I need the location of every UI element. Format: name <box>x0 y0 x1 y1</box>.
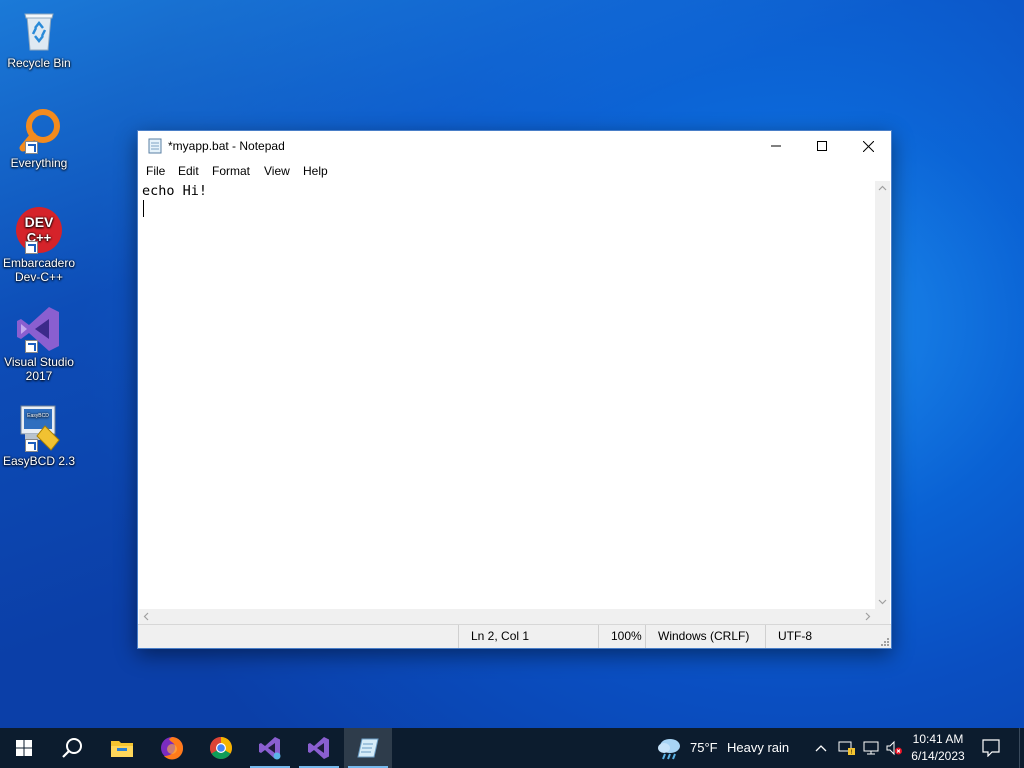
start-button[interactable] <box>0 728 48 768</box>
desktop-icon-label: Everything <box>10 156 68 170</box>
tray-network-button[interactable] <box>862 740 880 761</box>
minimize-icon <box>771 145 781 147</box>
devcpp-logo-text-1: DEV <box>25 214 54 230</box>
notepad-icon <box>147 138 163 154</box>
desktop-icon-label-line1: Visual Studio <box>4 355 74 369</box>
taskbar-chrome[interactable] <box>197 728 245 768</box>
scroll-left-icon[interactable] <box>139 609 154 624</box>
volume-muted-icon <box>886 740 902 756</box>
visual-studio-icon <box>15 305 63 353</box>
title-bar[interactable]: *myapp.bat - Notepad <box>138 131 891 161</box>
vertical-scrollbar[interactable] <box>875 181 890 609</box>
clock-time: 10:41 AM <box>912 732 964 746</box>
minimize-button[interactable] <box>753 131 799 161</box>
text-editor[interactable]: echo Hi! <box>139 181 875 609</box>
windows-logo-icon <box>16 740 32 756</box>
easybcd-icon: EasyBCD <box>15 404 63 452</box>
scroll-right-icon[interactable] <box>860 609 875 624</box>
weather-rain-icon <box>658 739 680 760</box>
menu-bar: File Edit Format View Help <box>138 161 891 181</box>
weather-temperature: 75°F <box>690 740 718 755</box>
desktop-icon-visual-studio[interactable]: Visual Studio 2017 <box>2 305 76 383</box>
search-icon <box>62 738 82 758</box>
shortcut-arrow-icon <box>25 439 38 452</box>
menu-edit[interactable]: Edit <box>178 164 199 178</box>
network-warning-icon: ! <box>838 741 855 756</box>
notification-icon <box>982 739 1000 758</box>
menu-format[interactable]: Format <box>212 164 250 178</box>
desktop-icon-everything[interactable]: Everything <box>2 106 76 170</box>
maximize-icon <box>817 141 827 151</box>
desktop-icon-label-line2: 2017 <box>25 369 53 383</box>
taskbar-visual-studio-installer[interactable] <box>246 728 294 768</box>
tray-volume-button[interactable] <box>885 740 903 761</box>
show-desktop-button[interactable] <box>1019 728 1024 768</box>
desktop-icon-label-line1: Embarcadero <box>2 256 76 270</box>
desktop-icon-easybcd[interactable]: EasyBCD EasyBCD 2.3 <box>2 404 76 468</box>
resize-grip-icon[interactable] <box>878 635 890 647</box>
chevron-up-icon <box>815 745 827 752</box>
visual-studio-icon <box>308 737 329 759</box>
close-icon <box>862 140 874 152</box>
search-button[interactable] <box>48 728 96 768</box>
maximize-button[interactable] <box>799 131 845 161</box>
status-line-ending: Windows (CRLF) <box>645 625 758 648</box>
visual-studio-icon <box>259 737 281 760</box>
scrollbar-corner <box>875 609 890 624</box>
taskbar-file-explorer[interactable] <box>98 728 146 768</box>
show-hidden-icons-button[interactable] <box>814 741 828 760</box>
text-caret <box>143 200 144 217</box>
taskbar-notepad[interactable] <box>344 728 392 768</box>
window-title: *myapp.bat - Notepad <box>168 139 285 153</box>
everything-search-icon <box>15 106 63 154</box>
desktop-icon-devcpp[interactable]: DEV C++ Embarcadero Dev-C++ <box>2 206 76 284</box>
taskbar-firefox[interactable] <box>148 728 196 768</box>
weather-widget[interactable] <box>656 736 684 765</box>
shortcut-arrow-icon <box>25 141 38 154</box>
shortcut-arrow-icon <box>25 241 38 254</box>
status-position: Ln 2, Col 1 <box>458 625 591 648</box>
folder-icon <box>111 741 133 757</box>
scroll-up-icon[interactable] <box>875 181 890 196</box>
shortcut-arrow-icon <box>25 340 38 353</box>
clock-date: 6/14/2023 <box>911 749 965 763</box>
network-icon <box>863 741 879 755</box>
status-zoom: 100% <box>598 625 651 648</box>
recycle-bin-icon <box>15 6 63 54</box>
easybcd-screen-text: EasyBCD <box>27 413 49 419</box>
status-encoding: UTF-8 <box>765 625 878 648</box>
tray-security-icon-button[interactable]: ! <box>838 740 856 761</box>
taskbar: 75°F Heavy rain ! 10:41 AM 6/14/2023 <box>0 728 1024 768</box>
chrome-icon <box>210 737 232 759</box>
devcpp-icon: DEV C++ <box>15 206 63 254</box>
menu-help[interactable]: Help <box>303 164 328 178</box>
horizontal-scrollbar[interactable] <box>139 609 875 624</box>
editor-line: echo Hi! <box>142 183 208 199</box>
weather-description: Heavy rain <box>727 740 790 755</box>
notepad-window[interactable]: *myapp.bat - Notepad File Edit Format Vi… <box>137 130 892 649</box>
scroll-down-icon[interactable] <box>875 594 890 609</box>
status-bar: Ln 2, Col 1 100% Windows (CRLF) UTF-8 <box>138 624 891 648</box>
menu-view[interactable]: View <box>264 164 290 178</box>
taskbar-visual-studio[interactable] <box>295 728 343 768</box>
taskbar-clock[interactable]: 10:41 AM 6/14/2023 <box>902 731 974 765</box>
desktop-icon-label: Recycle Bin <box>7 56 71 70</box>
firefox-icon <box>161 737 184 760</box>
action-center-button[interactable] <box>982 739 1000 762</box>
close-button[interactable] <box>845 131 891 161</box>
notepad-icon <box>357 738 379 758</box>
desktop-icon-label: EasyBCD 2.3 <box>2 454 76 468</box>
menu-file[interactable]: File <box>146 164 165 178</box>
desktop-icon-label-line2: Dev-C++ <box>14 270 64 284</box>
desktop-icon-recycle-bin[interactable]: Recycle Bin <box>2 6 76 70</box>
